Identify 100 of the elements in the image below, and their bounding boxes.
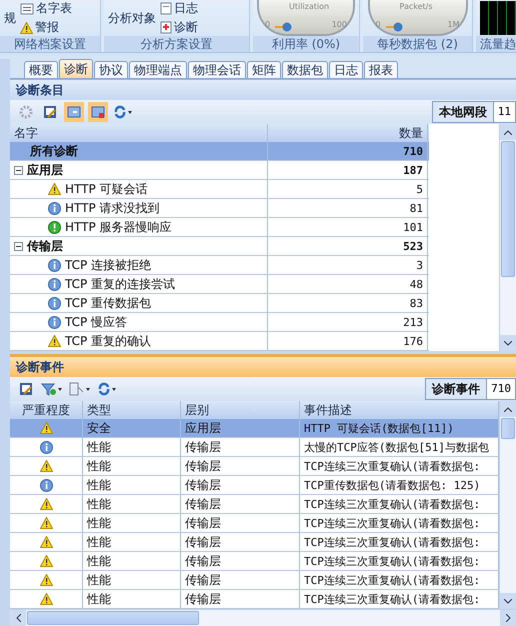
count-cell: 81 bbox=[268, 199, 428, 217]
event-row[interactable]: 性能 传输层 TCP连续三次重复确认(请看数据包: bbox=[10, 571, 499, 590]
gauge-max: 100 bbox=[332, 20, 347, 29]
gauge-max: 1M bbox=[448, 20, 460, 29]
tree-label: TCP 重复的连接尝试 bbox=[65, 276, 176, 292]
tree-label: TCP 连接被拒绝 bbox=[65, 256, 152, 274]
group-label: 流量趋 bbox=[476, 36, 516, 52]
ribbon-button[interactable]: 名字表 bbox=[20, 0, 72, 17]
group-label: 网络档案设置 bbox=[0, 36, 100, 52]
ribbon-button[interactable]: 日志 bbox=[160, 0, 198, 17]
event-row[interactable]: 性能 传输层 TCP连续三次重复确认(请看数据包: bbox=[10, 533, 499, 552]
info-icon bbox=[48, 316, 61, 328]
tab[interactable]: 物理端点 bbox=[129, 61, 187, 78]
info-icon bbox=[40, 440, 52, 454]
tab[interactable]: 报表 bbox=[364, 61, 398, 78]
type-cell: 性能 bbox=[83, 457, 181, 475]
tree-label: 传输层 bbox=[27, 238, 63, 254]
event-row[interactable]: 性能 传输层 TCP连续三次重复确认(请看数据包: bbox=[10, 514, 499, 533]
count-cell: 48 bbox=[268, 275, 428, 293]
scroll-up-button[interactable] bbox=[500, 401, 516, 417]
event-row[interactable]: 性能 传输层 TCP连续三次重复确认(请看数据包: bbox=[10, 457, 499, 476]
tab[interactable]: 协议 bbox=[94, 61, 128, 78]
tree-row[interactable]: TCP 重复的确认 176 bbox=[10, 332, 429, 351]
tree-row[interactable]: HTTP 可疑会话 5 bbox=[10, 180, 429, 199]
ribbon-button[interactable]: 诊断 bbox=[160, 19, 198, 36]
tree-row[interactable]: TCP 连接被拒绝 3 bbox=[10, 256, 429, 275]
type-cell: 性能 bbox=[83, 533, 181, 551]
tree-label: HTTP 请求没找到 bbox=[65, 200, 160, 216]
tab[interactable]: 日志 bbox=[329, 61, 363, 78]
event-row[interactable]: 安全 应用层 HTTP 可疑会话(数据包[11]) bbox=[10, 419, 499, 438]
tree-row[interactable]: 传输层 523 bbox=[10, 237, 429, 256]
tab[interactable]: 概要 bbox=[24, 61, 58, 78]
layer-cell: 传输层 bbox=[181, 590, 300, 608]
gauge-title: Utilization bbox=[289, 2, 330, 11]
event-row[interactable]: 性能 传输层 太慢的TCP应答(数据包[51]与数据包 bbox=[10, 438, 499, 457]
scroll-left-button[interactable] bbox=[10, 610, 26, 626]
scroll-up-button[interactable] bbox=[500, 124, 516, 140]
gear-icon bbox=[19, 105, 33, 119]
ribbon-button[interactable]: 分析对象 bbox=[108, 10, 156, 26]
type-cell: 性能 bbox=[83, 438, 181, 456]
layer-cell: 应用层 bbox=[181, 419, 300, 437]
count-cell: 710 bbox=[268, 142, 428, 160]
tree-row[interactable]: 所有诊断 710 bbox=[10, 142, 429, 161]
scroll-right-button[interactable] bbox=[500, 610, 516, 626]
tree-row[interactable]: TCP 重传数据包 83 bbox=[10, 294, 429, 313]
warning-icon bbox=[40, 536, 52, 548]
alert-icon bbox=[48, 220, 61, 234]
event-count-value: 710 bbox=[490, 381, 512, 397]
group-label: 利用率 (0%) bbox=[253, 36, 359, 52]
gauge-min: 0 bbox=[376, 20, 381, 29]
layer-cell: 传输层 bbox=[181, 552, 300, 570]
tree-row[interactable]: HTTP 服务器慢响应 101 bbox=[10, 218, 429, 237]
count-cell: 83 bbox=[268, 294, 428, 312]
scroll-down-button[interactable] bbox=[500, 335, 516, 351]
window-icon bbox=[91, 105, 105, 119]
event-count-label: 诊断事件 bbox=[426, 379, 488, 399]
info-icon bbox=[48, 202, 61, 214]
expander-icon[interactable] bbox=[14, 166, 23, 174]
layer-cell: 传输层 bbox=[181, 533, 300, 551]
export-icon bbox=[43, 105, 57, 119]
tab[interactable]: 数据包 bbox=[282, 61, 328, 78]
tab[interactable]: 矩阵 bbox=[247, 61, 281, 78]
ribbon-button[interactable]: 规 bbox=[4, 10, 16, 26]
list-icon bbox=[20, 2, 34, 14]
scroll-down-button[interactable] bbox=[500, 593, 516, 609]
layer-cell: 传输层 bbox=[181, 438, 300, 456]
group-label: 每秒数据包 (2) bbox=[363, 36, 472, 52]
expander-icon[interactable] bbox=[14, 242, 23, 250]
tree-label: HTTP 服务器慢响应 bbox=[65, 218, 172, 236]
tab[interactable]: 物理会话 bbox=[188, 61, 246, 78]
event-row[interactable]: 性能 传输层 TCP连续三次重复确认(请看数据包: bbox=[10, 552, 499, 571]
event-row[interactable]: 性能 传输层 TCP连续三次重复确认(请看数据包: bbox=[10, 590, 499, 609]
tab[interactable]: 诊断 bbox=[59, 59, 93, 78]
trend-chart bbox=[480, 1, 516, 35]
layer-cell: 传输层 bbox=[181, 571, 300, 589]
view-button[interactable] bbox=[88, 102, 108, 122]
warning-icon bbox=[40, 460, 52, 472]
tree-row[interactable]: TCP 慢应答 213 bbox=[10, 313, 429, 332]
warning-icon bbox=[40, 422, 52, 434]
warning-icon bbox=[48, 335, 61, 347]
scroll-thumb[interactable] bbox=[501, 141, 515, 277]
segment-label: 本地网段 bbox=[432, 102, 494, 122]
scroll-thumb[interactable] bbox=[27, 611, 199, 625]
type-cell: 性能 bbox=[83, 476, 181, 494]
note-icon bbox=[160, 2, 172, 15]
needle-icon bbox=[386, 22, 402, 32]
info-icon bbox=[48, 258, 61, 272]
warning-icon bbox=[40, 574, 52, 586]
export-icon bbox=[19, 382, 33, 396]
scroll-thumb[interactable] bbox=[501, 418, 515, 440]
ribbon-button[interactable]: 警报 bbox=[20, 19, 72, 36]
tree-row[interactable]: 应用层 187 bbox=[10, 161, 429, 180]
columns-icon bbox=[69, 382, 91, 396]
tree-row[interactable]: HTTP 请求没找到 81 bbox=[10, 199, 429, 218]
event-row[interactable]: 性能 传输层 TCP重传数据包(请看数据包: 125) bbox=[10, 476, 499, 495]
count-cell: 101 bbox=[268, 218, 428, 236]
tree-row[interactable]: TCP 重复的连接尝试 48 bbox=[10, 275, 429, 294]
warning-icon bbox=[40, 498, 52, 510]
view-button[interactable] bbox=[64, 102, 84, 122]
event-row[interactable]: 性能 传输层 TCP连续三次重复确认(请看数据包: bbox=[10, 495, 499, 514]
